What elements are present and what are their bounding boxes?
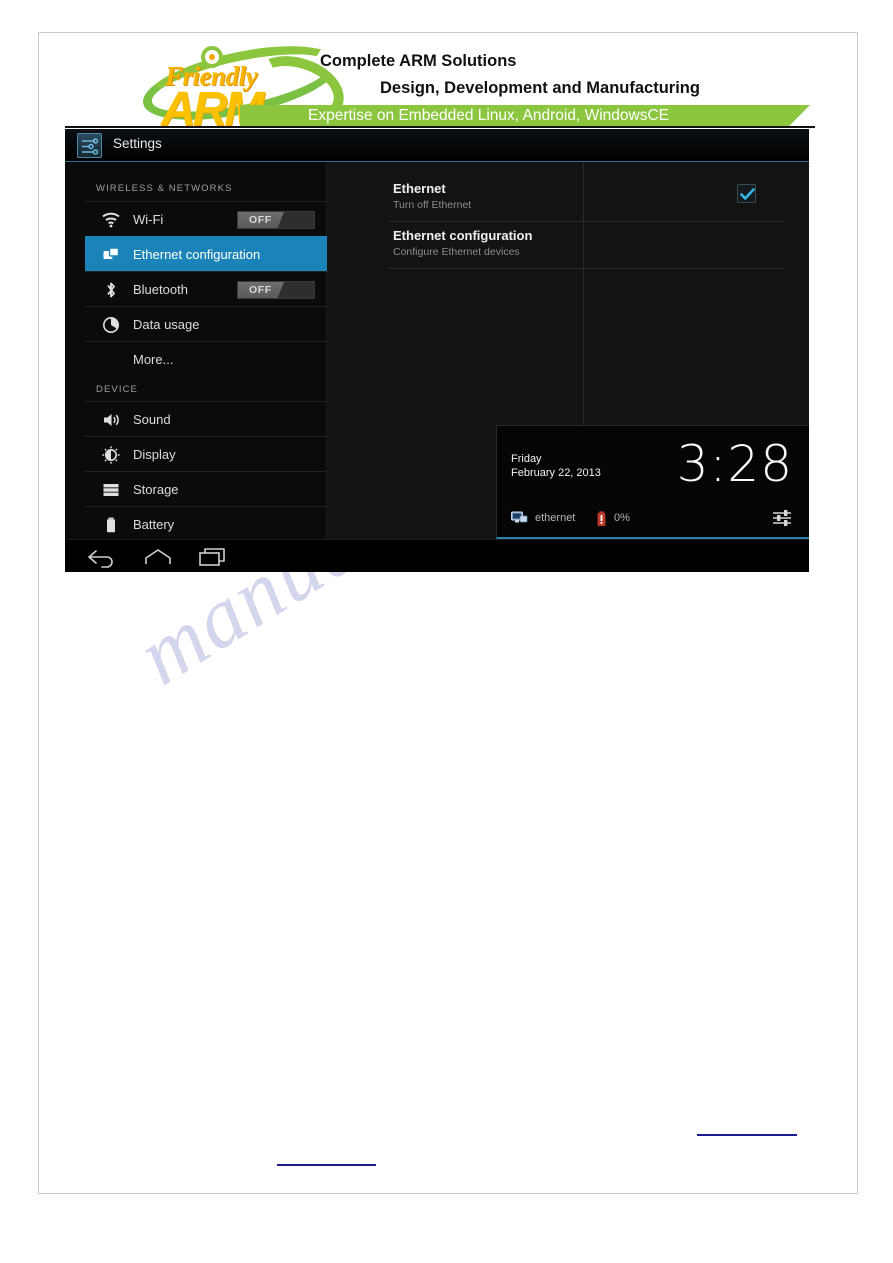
sidebar-item-label: More... <box>133 352 174 367</box>
toggle-state-label: OFF <box>249 284 272 296</box>
quick-settings-sliders-icon[interactable] <box>771 507 793 529</box>
preference-title: Ethernet <box>393 181 446 196</box>
ethernet-monitor-icon <box>511 511 528 531</box>
company-banner: Friendly ARM Complete ARM Solutions Desi… <box>65 31 815 136</box>
header-rule <box>65 126 815 128</box>
data-usage-icon <box>101 315 121 335</box>
tagline-line-1: Complete ARM Solutions <box>320 52 517 70</box>
sidebar-item-ethernet-configuration[interactable]: Ethernet configuration <box>85 236 327 271</box>
sound-icon <box>101 410 121 430</box>
toggle-state-label: OFF <box>249 214 272 226</box>
settings-sidebar: WIRELESS & NETWORKS Wi-Fi OFF Ethernet c… <box>65 162 327 539</box>
footer-link-underline-right[interactable] <box>697 1134 797 1136</box>
battery-alert-icon <box>596 511 607 532</box>
sidebar-item-data-usage[interactable]: Data usage <box>85 306 327 341</box>
notification-day: Friday <box>511 453 542 465</box>
sidebar-item-label: Wi-Fi <box>133 212 164 227</box>
preference-ethernet[interactable]: Ethernet Turn off Ethernet <box>389 175 784 222</box>
sidebar-item-bluetooth[interactable]: Bluetooth OFF <box>85 271 327 306</box>
expertise-ribbon-label: Expertise on Embedded Linux, Android, Wi… <box>308 107 670 124</box>
group-header-wireless: WIRELESS & NETWORKS <box>96 183 233 194</box>
notification-network-label: ethernet <box>535 512 576 524</box>
preference-summary: Configure Ethernet devices <box>393 246 520 258</box>
notification-date: February 22, 2013 <box>511 467 601 479</box>
ethernet-checkbox[interactable] <box>737 184 756 203</box>
sidebar-item-display[interactable]: Display <box>85 436 327 471</box>
bluetooth-icon <box>101 280 121 300</box>
sidebar-item-label: Storage <box>133 482 179 497</box>
document-page: manualshive.com Friendly ARM Complete AR… <box>0 0 893 1263</box>
sidebar-item-label: Battery <box>133 517 175 532</box>
sidebar-item-label: Sound <box>133 412 171 427</box>
back-arrow-icon[interactable] <box>85 546 119 568</box>
footer-link-underline-left[interactable] <box>277 1164 376 1166</box>
recents-icon[interactable] <box>197 546 231 568</box>
expertise-ribbon: Expertise on Embedded Linux, Android, Wi… <box>240 105 810 128</box>
notification-panel[interactable]: Friday February 22, 2013 3:28 ethernet 0… <box>496 425 809 539</box>
sidebar-item-storage[interactable]: Storage <box>85 471 327 506</box>
android-screenshot: Settings WIRELESS & NETWORKS Wi-Fi OFF E… <box>65 129 809 572</box>
preference-title: Ethernet configuration <box>393 228 533 243</box>
preference-ethernet-configuration[interactable]: Ethernet configuration Configure Etherne… <box>389 222 784 269</box>
preference-summary: Turn off Ethernet <box>393 199 472 211</box>
ethernet-icon <box>101 245 121 265</box>
wifi-toggle[interactable]: OFF <box>237 211 315 229</box>
tagline-line-2: Design, Development and Manufacturing <box>380 79 700 97</box>
sidebar-item-label: Data usage <box>133 317 200 332</box>
storage-icon <box>101 480 121 500</box>
group-header-device: DEVICE <box>96 384 138 395</box>
battery-icon <box>101 515 121 535</box>
display-icon <box>101 445 121 465</box>
sidebar-item-label: Display <box>133 447 176 462</box>
sidebar-item-more[interactable]: More... <box>85 341 327 376</box>
settings-action-bar: Settings <box>65 129 809 162</box>
notification-battery-percent: 0% <box>614 512 630 524</box>
sidebar-item-wifi[interactable]: Wi-Fi OFF <box>85 201 327 236</box>
app-title: Settings <box>113 136 162 151</box>
system-navigation-bar <box>65 539 809 572</box>
sidebar-item-battery[interactable]: Battery <box>85 506 327 541</box>
bluetooth-toggle[interactable]: OFF <box>237 281 315 299</box>
notification-clock: 3:28 <box>676 435 793 493</box>
sidebar-item-label: Bluetooth <box>133 282 188 297</box>
wifi-icon <box>101 210 121 230</box>
sidebar-item-label: Ethernet configuration <box>133 247 261 262</box>
sidebar-item-sound[interactable]: Sound <box>85 401 327 436</box>
settings-sliders-icon <box>77 133 102 158</box>
home-icon[interactable] <box>141 546 175 568</box>
